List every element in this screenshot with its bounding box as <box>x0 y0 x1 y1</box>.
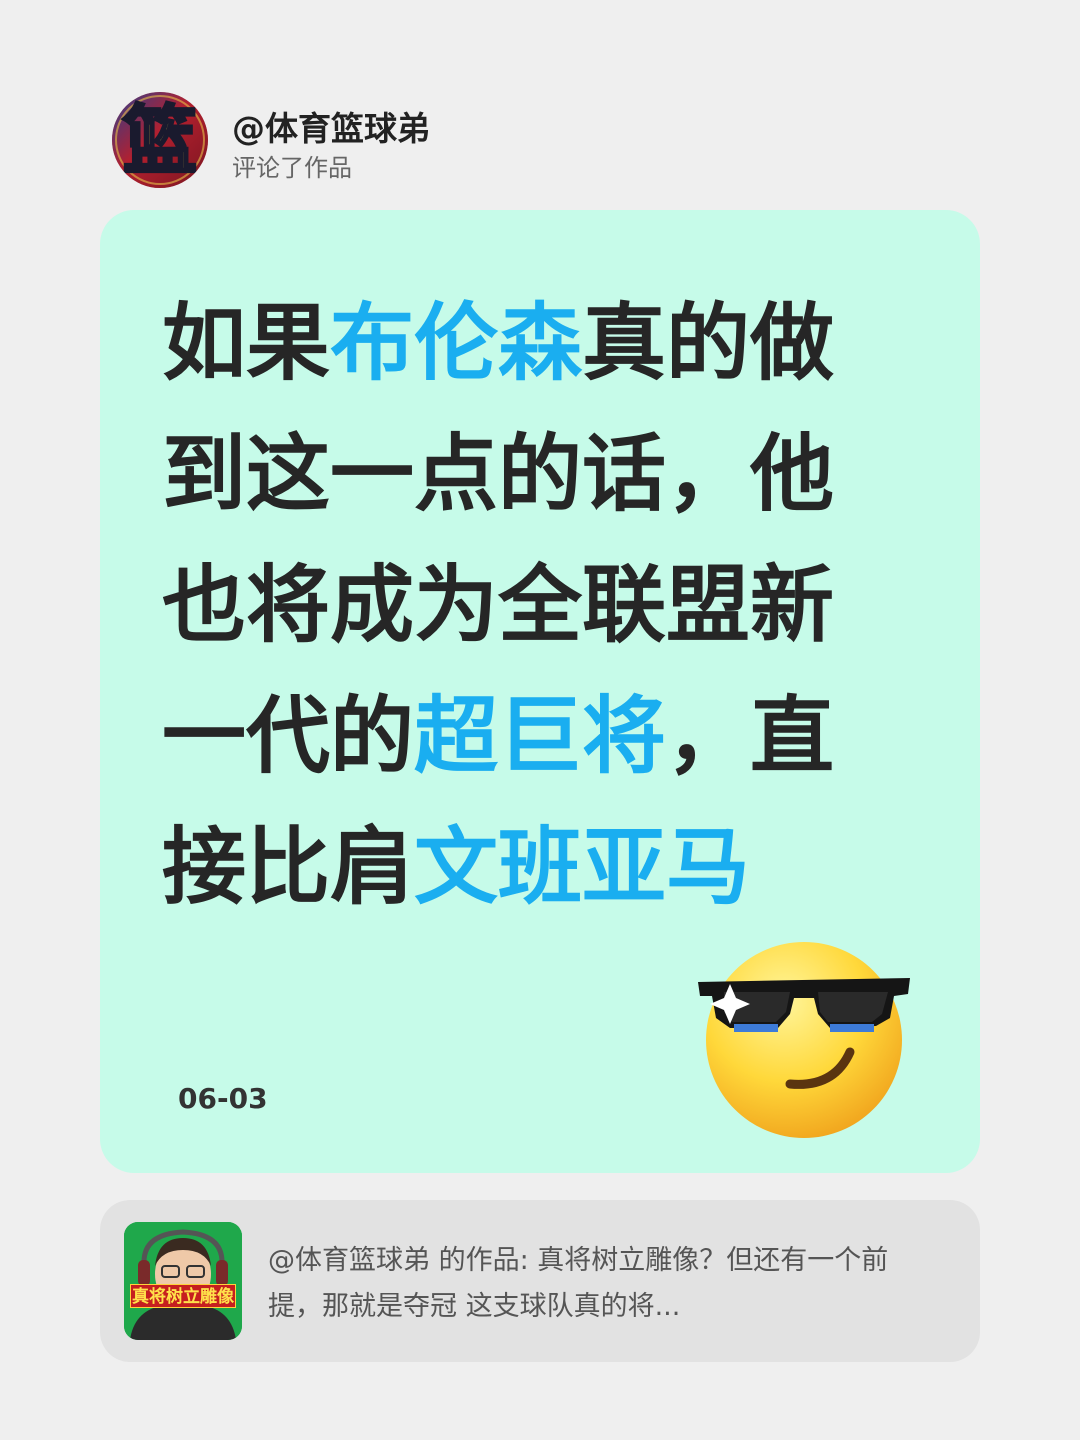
avatar-logo-icon: 篮 <box>112 92 208 188</box>
quoted-work-card[interactable]: 真将树立雕像 @体育篮球弟 的作品: 真将树立雕像？但还有一个前提，那就是夺冠 … <box>100 1200 980 1362</box>
sunglasses-emoji-icon <box>698 942 910 1138</box>
person-photo-icon <box>124 1222 242 1340</box>
avatar-logo-text: 篮 <box>123 98 197 184</box>
avatar[interactable]: 篮 <box>112 92 208 188</box>
highlight-superstar: 超巨将 <box>414 687 667 785</box>
thumbnail-caption: 真将树立雕像 <box>130 1284 236 1308</box>
quoted-work-thumbnail[interactable]: 真将树立雕像 <box>124 1222 242 1340</box>
action-text: 评论了作品 <box>232 154 352 182</box>
comment-date: 06-03 <box>178 1082 268 1115</box>
comment-segment-0: 如果 <box>162 294 331 392</box>
comment-text: 如果布伦森真的做到这一点的话，他也将成为全联盟新一代的超巨将，直接比肩文班亚马 <box>162 278 902 933</box>
username[interactable]: @体育篮球弟 <box>232 102 430 150</box>
highlight-name-wembanyama: 文班亚马 <box>414 818 751 916</box>
highlight-name-brunson: 布伦森 <box>330 294 583 392</box>
comment-card: 如果布伦森真的做到这一点的话，他也将成为全联盟新一代的超巨将，直接比肩文班亚马 … <box>100 210 980 1173</box>
quoted-work-text[interactable]: @体育篮球弟 的作品: 真将树立雕像？但还有一个前提，那就是夺冠 这支球队真的将… <box>268 1238 940 1330</box>
comment-header: 篮 @体育篮球弟 评论了作品 <box>112 92 812 192</box>
